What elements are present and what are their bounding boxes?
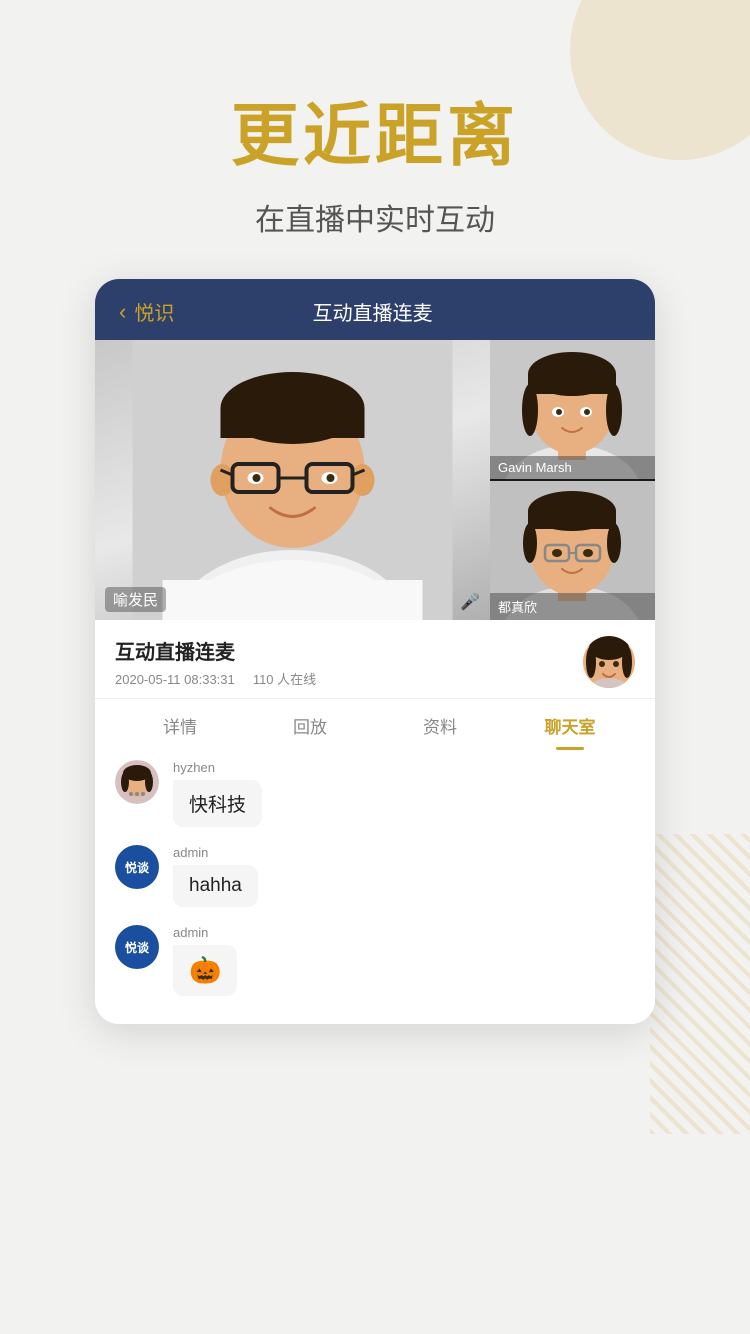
main-video-person: [95, 340, 490, 620]
chat-item-3: 悦谈 admin 🎃: [115, 925, 635, 996]
info-title: 互动直播连麦: [115, 636, 316, 665]
video-grid: 喻发民 🎤: [95, 340, 655, 620]
chat-bubble-3: 🎃: [173, 945, 237, 996]
back-chevron-icon: ‹: [119, 299, 126, 325]
tab-details[interactable]: 详情: [115, 699, 245, 750]
header-section: 更近距离 在直播中实时互动: [0, 0, 750, 239]
chat-bubble-1: 快科技: [173, 780, 262, 827]
phone-topbar: ‹ 悦识 互动直播连麦: [95, 279, 655, 340]
chat-avatar-1: [115, 760, 159, 804]
main-person-svg: [95, 340, 490, 620]
host-avatar-svg: [583, 636, 635, 688]
info-row: 互动直播连麦 2020-05-11 08:33:31 110 人在线: [95, 620, 655, 698]
logo-text-2: 悦谈: [125, 939, 149, 956]
logo-text: 悦谈: [125, 859, 149, 876]
chat-item-2: 悦谈 admin hahha: [115, 845, 635, 907]
bg-decoration-stripes: [650, 834, 750, 1134]
main-video-label: 喻发民: [105, 587, 166, 612]
topbar-title: 互动直播连麦: [313, 297, 433, 326]
video-main: 喻发民 🎤: [95, 340, 490, 620]
info-online: 110 人在线: [253, 672, 316, 687]
main-title: 更近距离: [0, 80, 750, 179]
tab-materials[interactable]: 资料: [375, 699, 505, 750]
sub-title: 在直播中实时互动: [0, 195, 750, 239]
chat-list: hyzhen 快科技 悦谈 admin hahha 悦谈 admin 🎃: [95, 750, 655, 1024]
back-button[interactable]: ‹ 悦识: [119, 297, 174, 326]
tab-chatroom[interactable]: 聊天室: [505, 699, 635, 750]
phone-mockup: ‹ 悦识 互动直播连麦: [95, 279, 655, 1024]
side-video1-label: Gavin Marsh: [490, 456, 655, 479]
video-side: Gavin Marsh: [490, 340, 655, 620]
tab-replay[interactable]: 回放: [245, 699, 375, 750]
info-left: 互动直播连麦 2020-05-11 08:33:31 110 人在线: [115, 636, 316, 688]
mic-icon: 🎤: [460, 592, 480, 612]
chat-username-2: admin: [173, 845, 258, 860]
host-avatar: [583, 636, 635, 688]
video-small-1: Gavin Marsh: [490, 340, 655, 479]
chat-content-2: admin hahha: [173, 845, 258, 907]
chat-item-1: hyzhen 快科技: [115, 760, 635, 827]
chat-content-1: hyzhen 快科技: [173, 760, 262, 827]
chat-avatar-3: 悦谈: [115, 925, 159, 969]
topbar-home-label: 悦识: [134, 297, 174, 326]
chat-content-3: admin 🎃: [173, 925, 237, 996]
chat-username-3: admin: [173, 925, 237, 940]
chat-avatar-2: 悦谈: [115, 845, 159, 889]
info-meta: 2020-05-11 08:33:31 110 人在线: [115, 669, 316, 688]
side-video2-label: 都真欣: [490, 593, 655, 620]
chat-username-1: hyzhen: [173, 760, 262, 775]
chat-bubble-2: hahha: [173, 865, 258, 907]
info-date: 2020-05-11 08:33:31: [115, 672, 235, 687]
tabs-row: 详情 回放 资料 聊天室: [95, 698, 655, 750]
video-small-2: 都真欣: [490, 481, 655, 620]
